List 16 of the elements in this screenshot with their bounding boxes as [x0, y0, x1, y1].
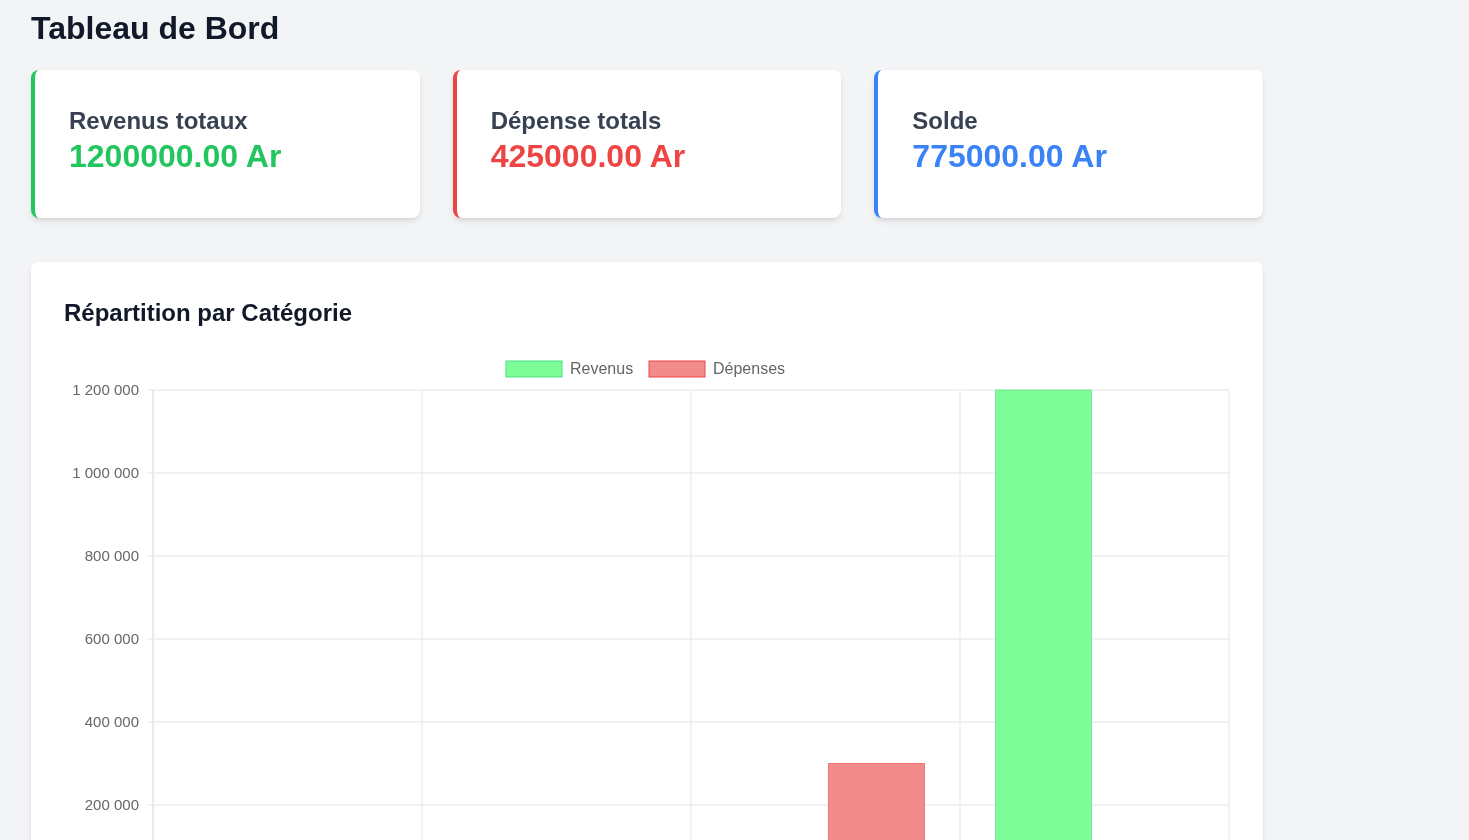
- card-value: 775000.00 Ar: [912, 137, 1108, 176]
- y-tick-label: 200 000: [84, 796, 139, 813]
- card-value: 425000.00 Ar: [490, 137, 687, 176]
- chart-title: Répartition par Catégorie: [64, 298, 354, 328]
- card-label: Revenus totaux: [69, 106, 249, 136]
- legend-label: Revenus: [570, 360, 634, 377]
- card-value: 1200000.00 Ar: [69, 137, 283, 176]
- y-tick-label: 800 000: [84, 547, 139, 564]
- card-label: Solde: [912, 106, 979, 136]
- y-tick-label: 600 000: [84, 630, 139, 647]
- y-tick-label: 1 200 000: [72, 381, 139, 398]
- y-tick-label: 400 000: [84, 713, 139, 730]
- legend-label: Dépenses: [713, 360, 786, 377]
- y-tick-label: 1 000 000: [72, 464, 139, 481]
- card-label: Dépense totals: [490, 106, 663, 136]
- page-title: Tableau de Bord: [31, 9, 281, 48]
